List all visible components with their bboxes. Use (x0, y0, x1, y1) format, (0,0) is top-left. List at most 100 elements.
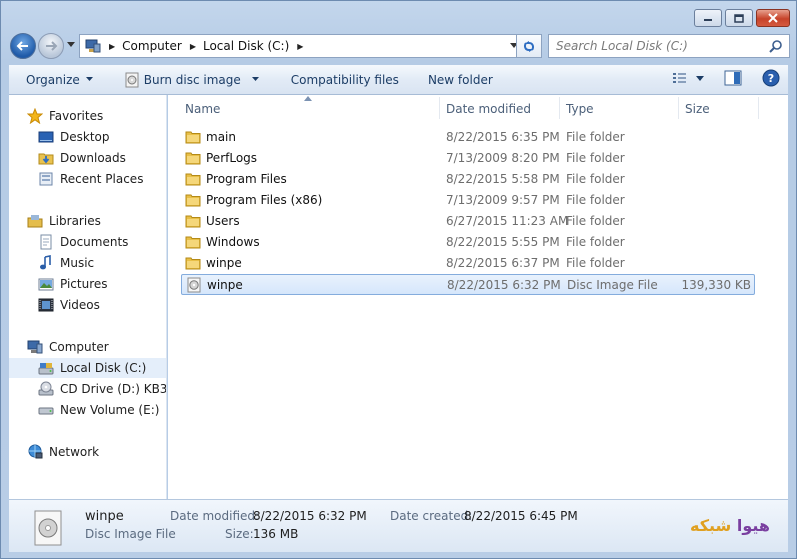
nav-label: Videos (60, 298, 100, 312)
music-note-icon (40, 255, 51, 270)
watermark-part-1: هیوا (736, 516, 770, 535)
documents-icon (40, 234, 52, 250)
breadcrumb-arrow-icon[interactable]: ▶ (190, 42, 196, 51)
help-icon[interactable]: ? (762, 69, 780, 87)
nav-network[interactable]: Network (9, 442, 166, 462)
minimize-button[interactable] (694, 9, 722, 27)
search-icon[interactable] (769, 39, 783, 53)
recent-pages-chevron-icon[interactable] (67, 42, 75, 48)
file-date: 8/22/2015 5:55 PM (446, 235, 560, 249)
nav-label: CD Drive (D:) KB3AIK_EN (60, 382, 167, 396)
svg-text:?: ? (768, 72, 774, 85)
nav-documents[interactable]: Documents (9, 232, 166, 252)
local-disk-icon (38, 363, 54, 375)
refresh-button[interactable] (516, 34, 542, 58)
file-name: Program Files (206, 172, 287, 186)
file-date: 7/13/2009 8:20 PM (446, 151, 560, 165)
nav-computer[interactable]: Computer (9, 337, 166, 357)
nav-label: Network (49, 445, 100, 459)
back-button[interactable] (10, 33, 36, 59)
address-bar[interactable]: ▶ Computer ▶ Local Disk (C:) ▶ (79, 34, 525, 58)
star-icon (27, 108, 43, 124)
new-folder-label: New folder (427, 72, 493, 87)
computer-icon (85, 39, 101, 53)
search-placeholder: Search Local Disk (C:) (556, 39, 688, 53)
nav-recent-places[interactable]: Recent Places (9, 169, 166, 189)
nav-label: Recent Places (60, 172, 144, 186)
chevron-down-icon (251, 77, 259, 81)
nav-music[interactable]: Music (9, 253, 166, 273)
nav-videos[interactable]: Videos (9, 295, 166, 315)
new-folder-button[interactable]: New folder (409, 68, 503, 92)
folder-icon (185, 236, 201, 249)
file-name: PerfLogs (206, 151, 258, 165)
nav-favorites[interactable]: Favorites (9, 106, 166, 126)
details-file-name: winpe (85, 509, 124, 524)
network-icon (28, 444, 43, 459)
close-button[interactable] (756, 9, 790, 27)
file-type: File folder (566, 130, 625, 144)
nav-label: Libraries (49, 214, 101, 228)
table-row[interactable]: Program Files 8/22/2015 5:58 PM File fol… (181, 169, 755, 190)
forward-button[interactable] (38, 33, 64, 59)
folder-icon (185, 152, 201, 165)
file-date: 6/27/2015 11:23 AM (446, 214, 569, 228)
table-row[interactable]: Windows 8/22/2015 5:55 PM File folder (181, 232, 755, 253)
file-name: Windows (206, 235, 260, 249)
table-row[interactable]: PerfLogs 7/13/2009 8:20 PM File folder (181, 148, 755, 169)
nav-label: Desktop (60, 130, 110, 144)
column-date-modified[interactable]: Date modified (446, 102, 531, 116)
column-size[interactable]: Size (685, 102, 710, 116)
hard-drive-icon (38, 407, 54, 415)
file-type: File folder (566, 214, 625, 228)
table-row[interactable]: Users 6/27/2015 11:23 AM File folder (181, 211, 755, 232)
table-row-selected[interactable]: winpe 8/22/2015 6:32 PM Disc Image File … (181, 274, 755, 295)
nav-label: New Volume (E:) (60, 403, 160, 417)
nav-label: Local Disk (C:) (60, 361, 147, 375)
table-row[interactable]: Program Files (x86) 7/13/2009 9:57 PM Fi… (181, 190, 755, 211)
nav-label: Documents (60, 235, 129, 249)
command-bar: Organize Burn disc image Compatibility f… (9, 65, 788, 95)
folder-icon (185, 257, 201, 270)
preview-pane-icon[interactable] (724, 70, 742, 86)
file-type: Disc Image File (567, 278, 658, 292)
arrow-right-icon (46, 41, 58, 51)
nav-desktop[interactable]: Desktop (9, 127, 166, 147)
organize-button[interactable]: Organize (9, 68, 103, 92)
column-name[interactable]: Name (185, 102, 220, 116)
details-pane: winpe Disc Image File Date modified: 8/2… (9, 499, 788, 552)
nav-libraries[interactable]: Libraries (9, 211, 166, 231)
file-size: 139,330 KB (681, 278, 751, 292)
file-date: 8/22/2015 6:37 PM (446, 256, 560, 270)
breadcrumb-arrow-icon[interactable]: ▶ (297, 42, 303, 51)
file-date: 8/22/2015 6:35 PM (446, 130, 560, 144)
nav-downloads[interactable]: Downloads (9, 148, 166, 168)
burn-disc-image-button[interactable]: Burn disc image (103, 68, 269, 92)
nav-cd-drive[interactable]: CD Drive (D:) KB3AIK_EN (9, 379, 167, 399)
downloads-folder-icon (38, 153, 54, 165)
column-type[interactable]: Type (566, 102, 594, 116)
file-type: File folder (566, 235, 625, 249)
nav-label: Favorites (49, 109, 104, 123)
search-input[interactable]: Search Local Disk (C:) (548, 34, 790, 58)
breadcrumb-arrow-icon[interactable]: ▶ (109, 42, 115, 51)
folder-icon (185, 215, 201, 228)
view-options-chevron-icon[interactable] (696, 75, 704, 81)
computer-icon (27, 340, 43, 354)
chevron-down-icon (85, 77, 93, 81)
organize-label: Organize (26, 72, 80, 87)
nav-local-disk[interactable]: Local Disk (C:) (9, 358, 166, 378)
compatibility-files-button[interactable]: Compatibility files (269, 68, 409, 92)
breadcrumb-local-disk[interactable]: Local Disk (C:) (203, 39, 289, 53)
nav-pictures[interactable]: Pictures (9, 274, 166, 294)
file-type: File folder (566, 172, 625, 186)
table-row[interactable]: main 8/22/2015 6:35 PM File folder (181, 127, 755, 148)
view-details-icon[interactable] (672, 71, 688, 85)
breadcrumb-computer[interactable]: Computer (122, 39, 182, 53)
libraries-icon (27, 215, 43, 228)
recent-places-icon (39, 172, 53, 186)
table-row[interactable]: winpe 8/22/2015 6:37 PM File folder (181, 253, 755, 274)
nav-new-volume[interactable]: New Volume (E:) (9, 400, 166, 420)
navigation-pane: Favorites Desktop Downloads Recent Place… (9, 95, 167, 499)
maximize-button[interactable] (725, 9, 753, 27)
